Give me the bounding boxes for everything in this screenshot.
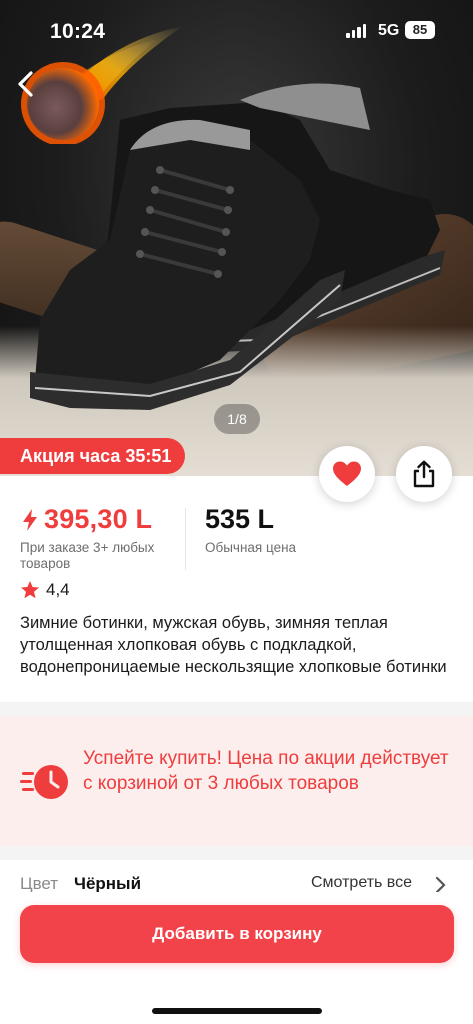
sale-price-value: 395,30 L — [44, 504, 153, 534]
variant-value: Чёрный — [74, 874, 142, 892]
back-button[interactable] — [8, 64, 48, 104]
network-label: 5G — [378, 22, 400, 39]
regular-price-value: 535 L — [205, 504, 275, 534]
heart-icon — [333, 461, 361, 486]
sale-price-caption: При заказе 3+ любых товаров — [20, 540, 155, 571]
regular-price-caption: Обычная цена — [205, 540, 297, 555]
share-button[interactable] — [396, 446, 452, 502]
section-divider — [0, 702, 473, 716]
gallery-counter: 1/8 — [214, 404, 260, 434]
favorite-button[interactable] — [319, 446, 375, 502]
star-icon — [21, 581, 39, 599]
battery-icon: 85 — [405, 21, 435, 39]
rating-value: 4,4 — [46, 580, 70, 599]
price-block: 395,30 L При заказе 3+ любых товаров 535… — [0, 500, 473, 580]
share-icon — [413, 460, 435, 488]
product-page: 10:24 5G 85 1/8 Акция часа 35:51 395,30 … — [0, 0, 473, 1024]
sale-price: 395,30 L — [20, 504, 152, 535]
product-title: Зимние ботинки, мужская обувь, зимняя те… — [20, 614, 447, 676]
fast-clock-icon — [20, 765, 68, 799]
price-divider — [185, 508, 186, 570]
promo-timer-badge: Акция часа 35:51 — [0, 438, 186, 474]
chevron-left-icon — [18, 71, 33, 97]
section-divider — [0, 846, 473, 860]
home-indicator — [152, 1008, 322, 1014]
status-bar: 10:24 5G 85 — [0, 0, 473, 60]
signal-icon — [346, 24, 366, 38]
status-time: 10:24 — [50, 20, 106, 43]
promo-notice-text: Успейте купить! Цена по акции действует … — [83, 748, 449, 794]
lightning-icon — [23, 508, 37, 531]
add-to-cart-button[interactable]: Добавить в корзину — [20, 905, 454, 963]
see-all-link[interactable]: Смотреть все — [311, 874, 412, 892]
chevron-right-icon — [435, 876, 446, 892]
rating[interactable]: 4,4 — [20, 580, 70, 600]
variant-row[interactable]: Цвет Чёрный Смотреть все — [0, 862, 473, 892]
variant-label: Цвет — [20, 874, 59, 892]
